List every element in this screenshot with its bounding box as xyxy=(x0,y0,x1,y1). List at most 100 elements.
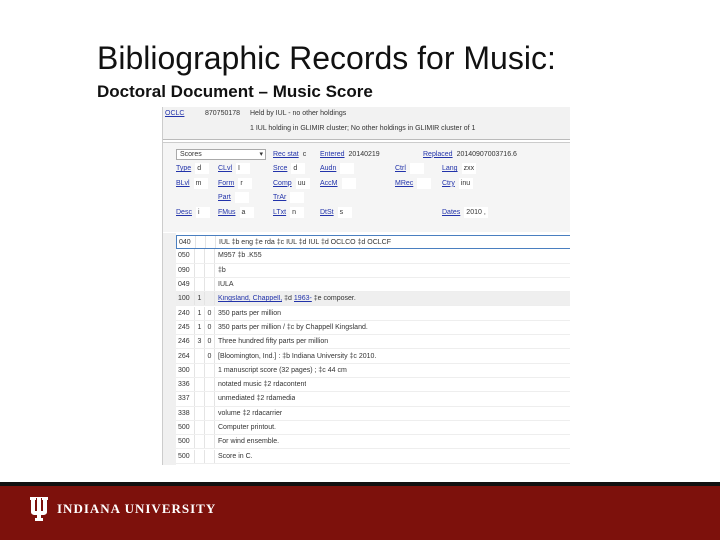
field-content[interactable]: [Bloomington, Ind.] : ‡b Indiana Univers… xyxy=(214,349,376,363)
replaced-label[interactable]: Replaced xyxy=(423,151,453,158)
fixed-field-label[interactable]: Ctry xyxy=(442,180,455,187)
indicator-2[interactable] xyxy=(204,277,214,292)
field-content[interactable]: IUL ‡b eng ‡e rda ‡c IUL ‡d IUL ‡d OCLCO… xyxy=(215,236,391,249)
indicator-1[interactable] xyxy=(194,449,204,463)
fixed-field-value[interactable]: i xyxy=(195,206,210,218)
indicator-2[interactable] xyxy=(204,363,214,377)
fixed-field-value[interactable] xyxy=(234,192,249,204)
fixed-field-label[interactable]: Part xyxy=(218,194,231,201)
fixed-field-value[interactable]: a xyxy=(239,206,254,218)
marc-field-row[interactable]: 100 1 Kingsland, Chappell, ‡d 1963- ‡e com… xyxy=(176,292,570,307)
fixed-field-value[interactable]: 2010 , xyxy=(464,206,488,218)
indicator-1[interactable] xyxy=(194,363,204,377)
field-content[interactable]: IULA xyxy=(214,277,234,292)
fixed-field-label[interactable]: FMus xyxy=(218,209,236,216)
fixed-field-label[interactable]: BLvl xyxy=(176,180,190,187)
fixed-field-label[interactable]: Dates xyxy=(442,209,460,216)
marc-field-row[interactable]: 338 volume ‡2 rdacarrier xyxy=(176,406,570,421)
fixed-field-value[interactable]: uu xyxy=(295,177,310,189)
indicator-1[interactable] xyxy=(194,349,204,363)
field-content[interactable]: 1 manuscript score (32 pages) ; ‡c 44 cm xyxy=(214,363,347,377)
indicator-2[interactable]: 0 xyxy=(204,320,214,335)
indicator-1[interactable] xyxy=(194,249,204,263)
field-content[interactable]: For wind ensemble. xyxy=(214,435,279,449)
fixed-field-value[interactable] xyxy=(340,163,355,175)
field-content[interactable]: 350 parts per million xyxy=(214,306,281,320)
indicator-1[interactable]: 3 xyxy=(194,335,204,349)
fixed-field-label[interactable]: LTxt xyxy=(273,209,286,216)
entered-label[interactable]: Entered xyxy=(320,151,345,158)
fixed-field-value[interactable] xyxy=(417,177,432,189)
fixed-field-label[interactable]: CLvl xyxy=(218,165,232,172)
indicator-2[interactable] xyxy=(204,292,214,306)
field-content[interactable]: notated music ‡2 rdacontent xyxy=(214,378,306,392)
indicator-2[interactable]: 0 xyxy=(204,349,214,363)
fixed-field-label[interactable]: TrAr xyxy=(273,194,286,201)
indicator-2[interactable] xyxy=(204,420,214,435)
marc-field-row[interactable]: 336 notated music ‡2 rdacontent xyxy=(176,378,570,393)
indicator-2[interactable]: 0 xyxy=(204,335,214,349)
fixed-field-value[interactable]: r xyxy=(238,177,253,189)
fixed-field-label[interactable]: Lang xyxy=(442,165,458,172)
indicator-1[interactable] xyxy=(195,236,205,249)
fixed-field-value[interactable]: inu xyxy=(458,177,473,189)
field-content[interactable]: ‡b xyxy=(214,263,226,277)
indicator-1[interactable]: 1 xyxy=(194,306,204,320)
indicator-2[interactable] xyxy=(204,449,214,463)
fixed-field-value[interactable]: zxx xyxy=(461,163,477,175)
fixed-field-label[interactable]: Ctrl xyxy=(395,165,406,172)
fixed-field-label[interactable]: Audn xyxy=(320,165,336,172)
field-content[interactable]: Three hundred fifty parts per million xyxy=(214,335,328,349)
format-select[interactable]: Scores xyxy=(176,148,266,160)
fixed-field-value[interactable] xyxy=(290,192,305,204)
indicator-1[interactable] xyxy=(194,378,204,392)
indicator-2[interactable]: 0 xyxy=(204,306,214,320)
indicator-2[interactable] xyxy=(204,249,214,263)
marc-field-row[interactable]: 264 0 [Bloomington, Ind.] : ‡b Indiana Uni… xyxy=(176,349,570,364)
marc-field-row[interactable]: 049 IULA xyxy=(176,277,570,293)
rec-stat-label[interactable]: Rec stat xyxy=(273,151,299,158)
marc-field-row[interactable]: 090 ‡b xyxy=(176,263,570,278)
marc-field-row[interactable]: 500 For wind ensemble. xyxy=(176,435,570,450)
indicator-1[interactable] xyxy=(194,392,204,406)
marc-field-row[interactable]: 040 IUL ‡b eng ‡e rda ‡c IUL ‡d IUL ‡d OC… xyxy=(176,235,570,250)
fixed-field-label[interactable]: MRec xyxy=(395,180,413,187)
field-content[interactable]: Computer printout. xyxy=(214,420,276,435)
indicator-1[interactable]: 1 xyxy=(194,320,204,335)
date-link[interactable]: 1963- xyxy=(294,295,312,302)
fixed-field-value[interactable] xyxy=(341,177,356,189)
fixed-field-label[interactable]: Form xyxy=(218,180,234,187)
field-content[interactable]: 350 parts per million / ‡c by Chappell K… xyxy=(214,320,368,335)
fixed-field-label[interactable]: AccM xyxy=(320,180,338,187)
field-content[interactable]: unmediated ‡2 rdamedia xyxy=(214,392,295,406)
indicator-2[interactable] xyxy=(205,236,215,249)
fixed-field-value[interactable]: n xyxy=(290,206,305,218)
marc-field-row[interactable]: 245 1 0 350 parts per million / ‡c by Chapp… xyxy=(176,320,570,336)
marc-field-row[interactable]: 246 3 0 Three hundred fifty parts per milli… xyxy=(176,335,570,350)
fixed-field-value[interactable]: d xyxy=(195,163,210,175)
marc-field-row[interactable]: 240 1 0 350 parts per million xyxy=(176,306,570,321)
field-content[interactable]: M957 ‡b .K55 xyxy=(214,249,262,263)
name-link[interactable]: Kingsland, Chappell, xyxy=(218,295,282,302)
fixed-field-value[interactable]: I xyxy=(236,163,251,175)
marc-field-row[interactable]: 500 Score in C. xyxy=(176,449,570,464)
fixed-field-label[interactable]: Comp xyxy=(273,180,292,187)
fixed-field-value[interactable] xyxy=(409,163,424,175)
marc-field-row[interactable]: 337 unmediated ‡2 rdamedia xyxy=(176,392,570,407)
indicator-1[interactable] xyxy=(194,277,204,292)
fixed-field-label[interactable]: DtSt xyxy=(320,209,334,216)
indicator-1[interactable] xyxy=(194,263,204,277)
indicator-2[interactable] xyxy=(204,392,214,406)
indicator-2[interactable] xyxy=(204,435,214,449)
indicator-1[interactable] xyxy=(194,420,204,435)
field-content[interactable]: Kingsland, Chappell, ‡d 1963- ‡e compose… xyxy=(214,292,356,306)
field-content[interactable]: Score in C. xyxy=(214,449,253,463)
fixed-field-label[interactable]: Srce xyxy=(273,165,287,172)
marc-field-row[interactable]: 500 Computer printout. xyxy=(176,420,570,436)
fixed-field-label[interactable]: Desc xyxy=(176,209,192,216)
fixed-field-value[interactable]: d xyxy=(291,163,306,175)
indicator-2[interactable] xyxy=(204,263,214,277)
fixed-field-label[interactable]: Type xyxy=(176,165,191,172)
indicator-1[interactable] xyxy=(194,406,204,420)
indicator-1[interactable] xyxy=(194,435,204,449)
